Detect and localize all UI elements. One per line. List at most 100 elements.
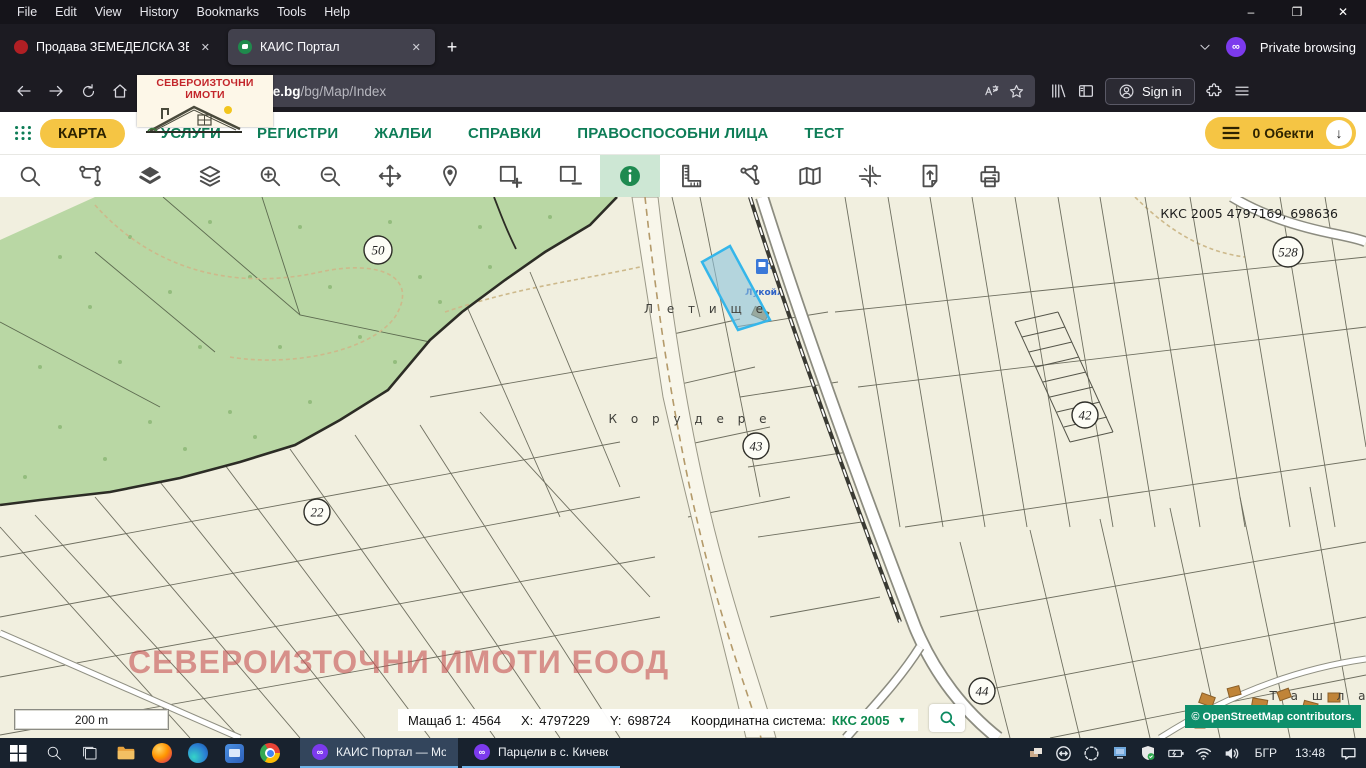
bookmark-star-icon[interactable] — [1008, 83, 1025, 100]
menu-tools[interactable]: Tools — [268, 5, 315, 19]
tab-kais-portal[interactable]: КАИС Портал ✕ — [228, 29, 435, 65]
start-button[interactable] — [0, 738, 36, 768]
list-tabs-chevron-icon[interactable] — [1198, 40, 1212, 54]
hidden-icons-button[interactable] — [1024, 738, 1048, 768]
osm-attribution[interactable]: © OpenStreetMap contributors. — [1185, 705, 1361, 728]
tool-layers[interactable] — [180, 155, 240, 197]
firefox-button[interactable] — [144, 738, 180, 768]
home-button[interactable] — [104, 75, 136, 107]
nav-item-pravosposobni-litsa[interactable]: ПРАВОСПОСОБНИ ЛИЦА — [577, 125, 768, 142]
menu-history[interactable]: History — [131, 5, 188, 19]
svg-text:50: 50 — [372, 243, 386, 258]
layers-filled-icon — [137, 163, 163, 189]
teamviewer-tray-icon[interactable] — [1052, 738, 1076, 768]
new-tab-button[interactable]: + — [435, 33, 470, 62]
menu-bookmarks[interactable]: Bookmarks — [187, 5, 268, 19]
map-search-button[interactable] — [929, 704, 965, 732]
tool-measure-length[interactable] — [660, 155, 720, 197]
tool-pan[interactable] — [360, 155, 420, 197]
tool-layers-filled[interactable] — [120, 155, 180, 197]
taskbar-search-button[interactable] — [36, 738, 72, 768]
task-view-button[interactable] — [72, 738, 108, 768]
menu-edit[interactable]: Edit — [46, 5, 86, 19]
mail-app-icon — [225, 744, 244, 763]
wifi-tray-icon[interactable] — [1192, 738, 1216, 768]
close-button[interactable]: ✕ — [1320, 0, 1366, 24]
language-indicator[interactable]: БГР — [1248, 746, 1284, 760]
back-button[interactable] — [8, 75, 40, 107]
edge-icon — [188, 743, 208, 763]
display-tray-icon[interactable] — [1108, 738, 1132, 768]
nav-item-karta-active[interactable]: КАРТА — [40, 119, 125, 148]
menu-view[interactable]: View — [86, 5, 131, 19]
map-search-icon — [938, 709, 957, 728]
tool-print[interactable] — [960, 155, 1020, 197]
coordinates-icon — [857, 163, 883, 189]
road-marker-42: 42 — [1072, 402, 1098, 428]
sidebar-icon[interactable] — [1077, 82, 1095, 100]
defender-tray-icon[interactable] — [1136, 738, 1160, 768]
objects-button[interactable]: 0 Обекти ↓ — [1205, 117, 1356, 149]
taskbar-window-kais-title: КАИС Портал — Mo... — [336, 745, 446, 759]
menu-file[interactable]: File — [8, 5, 46, 19]
file-explorer-button[interactable] — [108, 738, 144, 768]
minimize-button[interactable]: – — [1228, 0, 1274, 24]
svg-text:528: 528 — [1278, 245, 1298, 260]
tool-search[interactable] — [0, 155, 60, 197]
tool-select-add[interactable] — [480, 155, 540, 197]
nav-item-spravki[interactable]: СПРАВКИ — [468, 125, 541, 142]
objects-count-label: 0 Обекти — [1253, 125, 1314, 141]
battery-tray-icon[interactable] — [1164, 738, 1188, 768]
menu-help[interactable]: Help — [315, 5, 359, 19]
tool-zoom-out[interactable] — [300, 155, 360, 197]
volume-tray-icon[interactable] — [1220, 738, 1244, 768]
account-icon — [1118, 83, 1135, 100]
tool-info-active[interactable] — [600, 155, 660, 197]
taskbar-window-parceli[interactable]: ∞ Парцели в с. Кичево... — [462, 738, 620, 768]
edge-button[interactable] — [180, 738, 216, 768]
tool-select-subtract[interactable] — [540, 155, 600, 197]
app-menu-icon[interactable] — [1233, 82, 1251, 100]
reload-button[interactable] — [72, 75, 104, 107]
extensions-icon[interactable] — [1205, 82, 1223, 100]
screen-record-tray-icon[interactable] — [1080, 738, 1104, 768]
crs-value-dropdown[interactable]: ККС 2005 — [832, 713, 890, 728]
tool-location[interactable] — [420, 155, 480, 197]
map-area: Лукойл — [0, 197, 1366, 738]
nav-item-test[interactable]: ТЕСТ — [804, 125, 844, 142]
apps-grid-icon[interactable] — [12, 122, 34, 144]
objects-expand-icon[interactable]: ↓ — [1326, 120, 1352, 146]
firefox-icon — [152, 743, 172, 763]
url-bar[interactable]: kais.cadastre.bg/bg/Map/Index — [142, 75, 1035, 107]
tool-zoom-in[interactable] — [240, 155, 300, 197]
crs-dropdown-icon[interactable]: ▼ — [897, 715, 906, 725]
tab2-close-icon[interactable]: ✕ — [408, 39, 425, 56]
private-browsing-label: Private browsing — [1260, 40, 1356, 55]
tool-route[interactable] — [60, 155, 120, 197]
forward-button[interactable] — [40, 75, 72, 107]
firefox-private-icon-2: ∞ — [474, 744, 490, 760]
info-icon — [617, 163, 643, 189]
sign-in-button[interactable]: Sign in — [1105, 78, 1195, 105]
restore-button[interactable]: ❐ — [1274, 0, 1320, 24]
chrome-button[interactable] — [252, 738, 288, 768]
taskbar-window-kais[interactable]: ∞ КАИС Портал — Mo... — [300, 738, 458, 768]
tab1-close-icon[interactable]: ✕ — [197, 39, 214, 56]
tab-prodava[interactable]: Продава ЗЕМЕДЕЛСКА ЗЕМЯ в ✕ — [4, 29, 224, 65]
action-center-icon[interactable] — [1336, 738, 1360, 768]
translate-icon[interactable] — [983, 83, 1000, 100]
library-icon[interactable] — [1049, 82, 1067, 100]
nav-item-zhalbi[interactable]: ЖАЛБИ — [374, 125, 432, 142]
window-controls: – ❐ ✕ — [1228, 0, 1366, 24]
clock[interactable]: 13:48 — [1288, 746, 1332, 760]
tool-map-sheets[interactable] — [780, 155, 840, 197]
route-icon — [77, 163, 103, 189]
road-marker-22: 22 — [304, 499, 330, 525]
mail-app-button[interactable] — [216, 738, 252, 768]
zoom-out-icon — [317, 163, 343, 189]
map-label-tashla: Т а ш л а — [1269, 689, 1366, 703]
tool-coordinates[interactable] — [840, 155, 900, 197]
tool-measure-area[interactable] — [720, 155, 780, 197]
tool-export[interactable] — [900, 155, 960, 197]
map-toolbar — [0, 155, 1366, 197]
